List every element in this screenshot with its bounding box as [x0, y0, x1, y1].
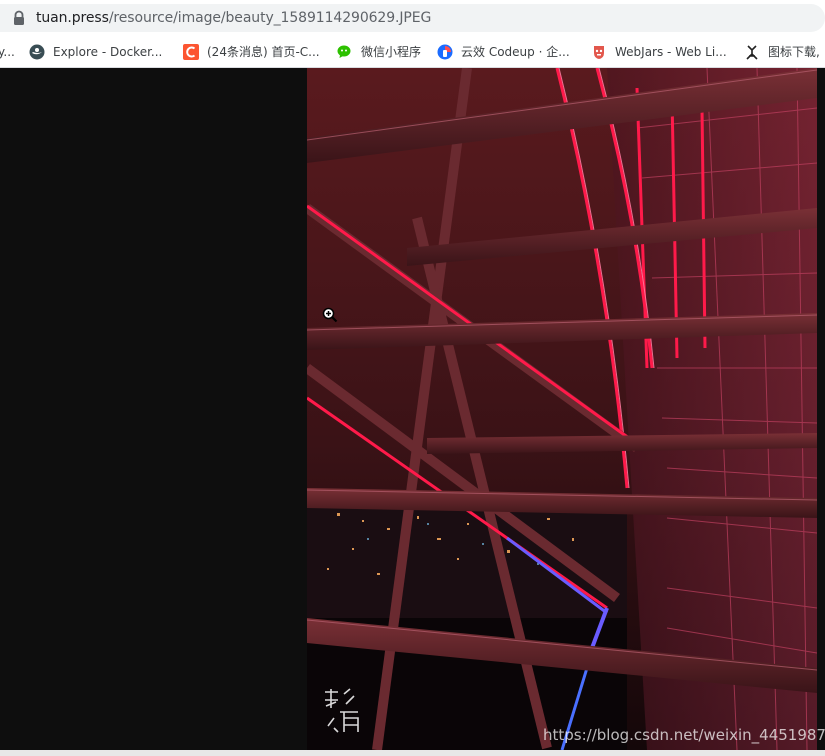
url-host: tuan.press — [36, 10, 109, 26]
bookmark-iconfont[interactable]: 图标下载, — [744, 36, 820, 67]
bookmark-webjars[interactable]: WebJars - Web Li... — [591, 36, 727, 67]
bookmark-codeup[interactable]: 云效 Codeup · 企... — [437, 36, 570, 67]
bookmark-label: 图标下载, — [768, 45, 820, 59]
bookmark-csdn[interactable]: (24条消息) 首页-C... — [183, 36, 320, 67]
bookmark-label: y... — [0, 44, 15, 59]
url-path: /resource/image/beauty_1589114290629.JPE… — [108, 10, 432, 26]
url-text[interactable]: tuan.press/resource/image/beauty_1589114… — [36, 10, 431, 26]
bookmark-item[interactable]: y... — [0, 36, 15, 67]
wechat-icon — [337, 44, 353, 60]
ferris-wheel-photo[interactable] — [307, 68, 817, 750]
bookmark-wechat[interactable]: 微信小程序 — [337, 36, 421, 67]
bookmark-label: 微信小程序 — [361, 45, 422, 59]
watermark-text: https://blog.csdn.net/weixin_44519874 — [543, 726, 825, 744]
window-bottom-edge — [0, 750, 825, 756]
bookmark-label: Explore - Docker... — [53, 44, 163, 59]
omnibox[interactable]: tuan.press/resource/image/beauty_1589114… — [0, 4, 825, 32]
address-bar: tuan.press/resource/image/beauty_1589114… — [0, 0, 825, 36]
zoom-in-cursor-icon — [322, 307, 338, 323]
codeup-icon — [437, 44, 453, 60]
bookmarks-bar: y... Explore - Docker... (24条消息) 首页-C... — [0, 36, 825, 68]
image-viewer: https://blog.csdn.net/weixin_44519874 — [0, 68, 825, 756]
docker-icon — [29, 44, 45, 60]
iconfont-icon — [744, 44, 760, 60]
browser-window: tuan.press/resource/image/beauty_1589114… — [0, 0, 825, 756]
lock-icon[interactable] — [12, 10, 26, 26]
csdn-icon — [183, 43, 199, 60]
bookmark-label: WebJars - Web Li... — [615, 44, 727, 59]
webjars-icon — [591, 44, 607, 60]
bookmark-label: (24条消息) 首页-C... — [207, 45, 320, 59]
bookmark-label: 云效 Codeup · 企... — [461, 45, 570, 59]
bookmark-docker[interactable]: Explore - Docker... — [29, 36, 162, 67]
app-logo — [322, 688, 364, 734]
